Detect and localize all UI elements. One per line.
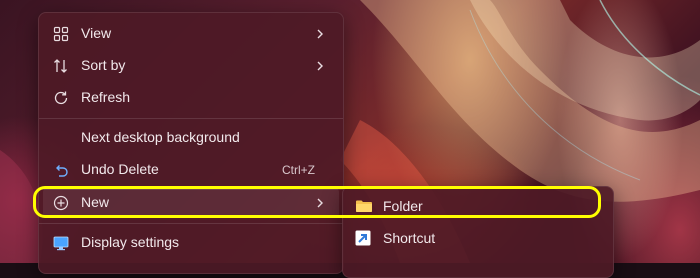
menu-item-display-settings[interactable]: Display settings (43, 228, 339, 258)
new-submenu: Folder Shortcut (342, 186, 614, 278)
desktop-context-menu: View Sort by Refresh Next desktop backgr… (38, 12, 344, 274)
shortcut-icon (355, 230, 373, 246)
menu-item-sort-by[interactable]: Sort by (43, 51, 339, 81)
menu-item-next-desktop-background[interactable]: Next desktop background (43, 123, 339, 153)
menu-item-undo-delete[interactable]: Undo Delete Ctrl+Z (43, 155, 339, 185)
chevron-right-icon (315, 58, 325, 74)
submenu-item-label: Shortcut (383, 230, 436, 246)
menu-item-label: Next desktop background (81, 129, 240, 145)
menu-item-label: New (81, 194, 110, 210)
menu-item-label: Undo Delete (81, 161, 159, 177)
undo-icon (53, 162, 69, 178)
menu-item-view[interactable]: View (43, 19, 339, 49)
menu-item-label: Display settings (81, 234, 180, 250)
chevron-right-icon (315, 26, 325, 42)
menu-item-label: Sort by (81, 57, 126, 73)
display-settings-icon (53, 235, 69, 251)
menu-separator (39, 223, 343, 224)
shortcut-text: Ctrl+Z (282, 163, 315, 177)
grid-view-icon (53, 26, 69, 42)
add-circle-icon (53, 195, 69, 211)
menu-item-label: Refresh (81, 89, 131, 105)
submenu-item-folder[interactable]: Folder (347, 191, 609, 221)
folder-icon (355, 198, 373, 214)
submenu-item-shortcut[interactable]: Shortcut (347, 223, 609, 253)
sort-icon (53, 58, 69, 74)
menu-item-new[interactable]: New (43, 188, 339, 218)
submenu-item-label: Folder (383, 198, 423, 214)
chevron-right-icon (315, 195, 325, 211)
menu-item-refresh[interactable]: Refresh (43, 83, 339, 113)
menu-item-label: View (81, 25, 112, 41)
menu-separator (39, 118, 343, 119)
refresh-icon (53, 90, 69, 106)
